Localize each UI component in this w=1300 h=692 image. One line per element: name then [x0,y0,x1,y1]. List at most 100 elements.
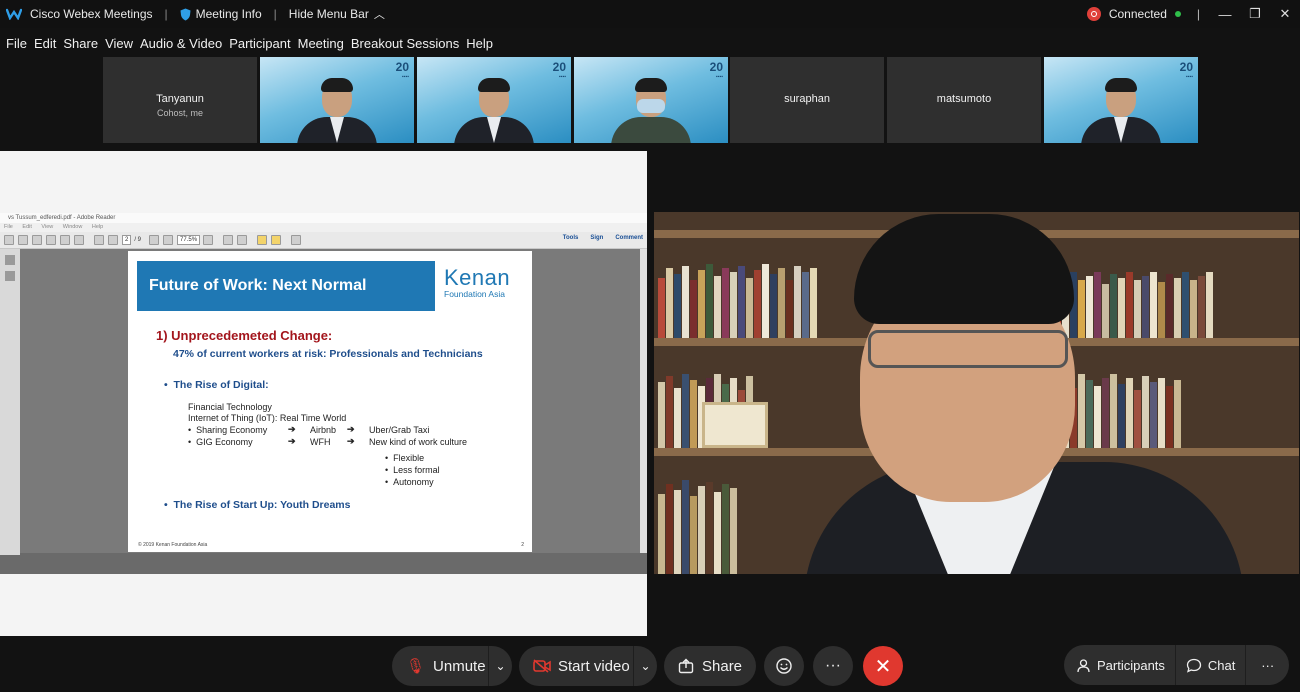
menu-edit[interactable]: Edit [33,36,57,51]
reader-menu-edit[interactable]: Edit [22,224,31,230]
slide-sub-bullet: • Autonomy [385,477,434,487]
logo-sub-text: Foundation Asia [444,289,505,299]
webex-window: Cisco Webex Meetings | Meeting Info | Hi… [0,0,1300,692]
minimize-button[interactable]: — [1210,0,1240,28]
menu-breakout-sessions[interactable]: Breakout Sessions [350,36,460,51]
chat-bubble-icon [1186,658,1202,673]
slide-heading: 1) Unprecedemeted Change: [156,328,333,343]
bullet-rise-of-startup: • The Rise of Start Up: Youth Dreams [164,499,351,511]
reader-menu-view[interactable]: View [41,224,53,230]
menu-share[interactable]: Share [62,36,99,51]
muted-microphone-icon: 🎙︎ [406,658,426,675]
active-speaker-video[interactable] [654,212,1299,574]
zoom-out-icon[interactable] [149,235,160,245]
menu-help[interactable]: Help [465,36,494,51]
record-status-icon [1086,7,1101,21]
slide-text: GIG Economy [196,437,253,447]
more-options-button[interactable]: ··· [813,646,853,686]
reader-menu-help[interactable]: Help [92,224,103,230]
create-pdf-icon[interactable] [18,235,28,245]
person-icon [1077,658,1090,672]
unmute-button[interactable]: 🎙︎ Unmute ⌄ [392,646,512,686]
meeting-info-button[interactable]: Meeting Info [180,7,262,21]
participant-video-tile[interactable]: 20 ▪▪▪▪ [1044,57,1198,143]
slide-line-sharing: • Sharing Economy [188,425,268,435]
print-icon[interactable] [60,235,70,245]
slide-text: Flexible [393,453,425,463]
participant-tile-tanyanun[interactable]: Tanyanun Cohost, me [103,57,257,143]
zoom-dropdown-icon[interactable] [203,235,214,245]
participant-name: matsumoto [936,93,992,105]
hide-menu-bar-label: Hide Menu Bar [288,7,369,21]
kenan-logo: Kenan Foundation Asia [444,265,528,305]
participant-tile-matsumoto[interactable]: matsumoto [887,57,1041,143]
save-icon[interactable] [46,235,56,245]
page-total: / 9 [134,237,142,243]
highlight-icon[interactable] [271,235,282,245]
reader-menu-file[interactable]: File [4,224,13,230]
right-panel-controls: Participants Chat ··· [1064,645,1289,685]
participant-tile-suraphan[interactable]: suraphan [730,57,884,143]
books [658,264,818,338]
connection-status: Connected [1108,7,1167,21]
email-icon[interactable] [74,235,84,245]
reader-title: vs Tussum_edferedi.pdf - Adobe Reader [0,213,647,223]
reader-menu-window[interactable]: Window [63,224,83,230]
reader-comment-tab[interactable]: Comment [615,235,643,241]
menu-meeting[interactable]: Meeting [297,36,345,51]
fit-page-icon[interactable] [223,235,234,245]
arrow-icon: ➔ [288,424,296,434]
video-options-chevron-icon[interactable]: ⌄ [633,646,657,686]
attachment-icon[interactable] [5,271,15,281]
open-icon[interactable] [4,235,14,245]
reader-sign-tab[interactable]: Sign [590,235,603,241]
chevron-up-icon: ︿ [373,9,385,21]
close-icon: ✕ [874,655,892,678]
zoom-in-icon[interactable] [163,235,174,245]
participants-button[interactable]: Participants [1064,645,1176,685]
share-button[interactable]: Share [664,646,756,686]
restore-button[interactable]: ❐ [1240,0,1270,28]
bullet-text: The Rise of Start Up: Youth Dreams [173,499,351,511]
participant-video-tile[interactable]: 20 ▪▪▪▪ [260,57,414,143]
zoom-level-select[interactable]: 77.5% [177,235,201,245]
bullet-rise-of-digital: • The Rise of Digital: [164,379,269,391]
smiley-icon [776,658,792,674]
slide-sub-bullet: • Flexible [385,453,425,463]
slide-text: Uber/Grab Taxi [369,425,430,435]
hide-menu-bar-button[interactable]: Hide Menu Bar ︿ [289,6,385,22]
logo-main-text: Kenan [444,265,511,290]
arrow-icon: ➔ [347,436,355,446]
prev-page-icon[interactable] [94,235,104,245]
menu-view[interactable]: View [104,36,134,51]
page-number-input[interactable]: 2 [122,235,132,245]
reader-tools-tab[interactable]: Tools [563,235,579,241]
slide-text: Autonomy [393,477,434,487]
reactions-button[interactable] [764,646,804,686]
pages-icon[interactable] [5,255,15,265]
participant-video-tile[interactable]: 20 ▪▪▪▪ [574,57,728,143]
fullscreen-icon[interactable] [291,235,302,245]
menu-participant[interactable]: Participant [228,36,291,51]
menu-file[interactable]: File [5,36,28,51]
reader-scrollbar[interactable] [640,249,647,553]
event-logo-icon: 20 ▪▪▪▪ [709,60,723,80]
comment-bubble-icon[interactable] [257,235,268,245]
leave-meeting-button[interactable]: ✕ [863,646,903,686]
next-page-icon[interactable] [108,235,118,245]
speaker-person [804,212,1274,574]
slide-line: Financial Technology [188,402,272,412]
start-video-button[interactable]: Start video ⌄ [519,646,657,686]
menu-bar: File Edit Share View Audio & Video Parti… [0,33,494,53]
chat-button[interactable]: Chat [1176,645,1247,685]
audio-options-chevron-icon[interactable]: ⌄ [488,646,512,686]
more-panels-button[interactable]: ··· [1246,645,1289,685]
separator: | [164,7,168,21]
close-window-button[interactable]: ✕ [1270,0,1300,28]
participant-video [606,73,696,143]
separator: | [273,7,277,21]
participant-video-tile[interactable]: 20 ▪▪▪▪ [417,57,571,143]
menu-audio-video[interactable]: Audio & Video [139,36,223,51]
edit-icon[interactable] [32,235,42,245]
fit-width-icon[interactable] [237,235,248,245]
